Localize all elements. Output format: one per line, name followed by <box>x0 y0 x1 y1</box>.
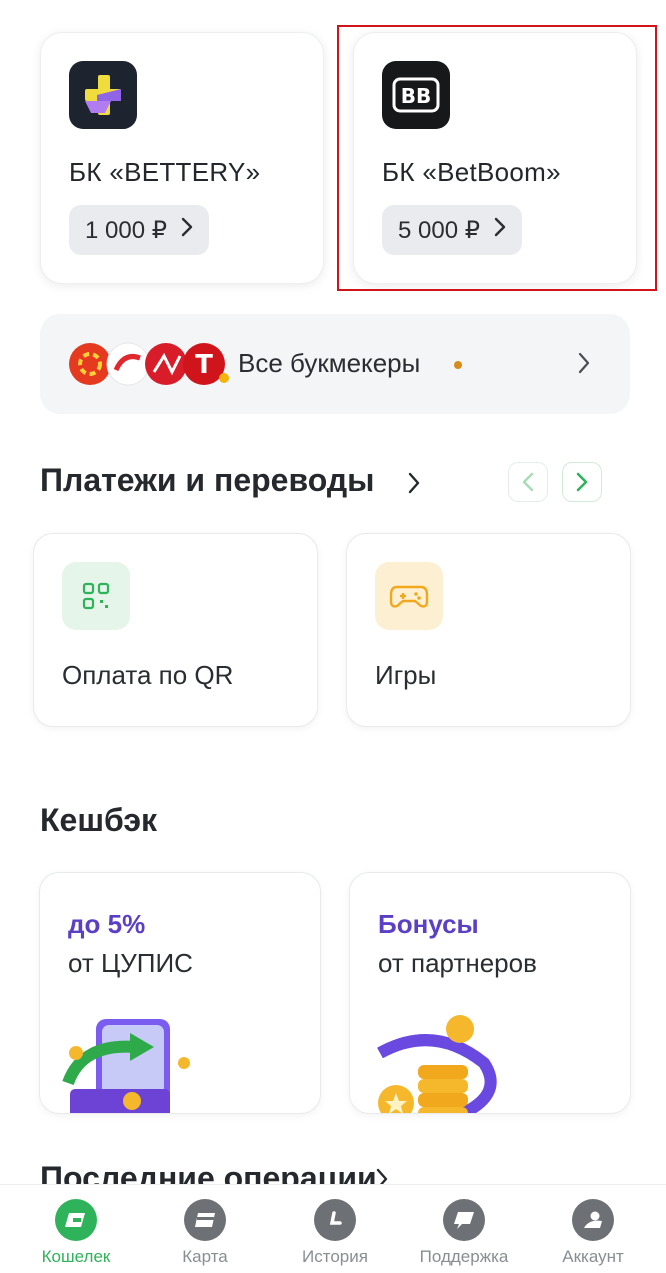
bettery-logo-icon <box>69 61 137 129</box>
nav-label: Поддержка <box>419 1247 509 1266</box>
tile-games[interactable]: Игры <box>346 533 631 727</box>
nav-item-history[interactable]: История <box>275 1199 395 1267</box>
bonus-amount-button[interactable]: 1 000 ₽ <box>69 205 209 255</box>
chevron-right-icon[interactable] <box>408 472 420 499</box>
bookmaker-title: БК «BETTERY» <box>69 157 261 187</box>
chevron-right-icon <box>181 216 193 244</box>
cashback-accent: Бонусы <box>378 909 479 939</box>
support-icon <box>443 1199 485 1241</box>
nav-label: Карта <box>182 1247 228 1266</box>
cashback-card-cupis[interactable]: до 5% от ЦУПИС <box>39 872 321 1114</box>
tile-label: Оплата по QR <box>62 660 234 690</box>
nav-label: История <box>302 1247 368 1266</box>
cashback-title: Кешбэк <box>40 802 158 838</box>
cashback-card-partners[interactable]: Бонусы от партнеров <box>349 872 631 1114</box>
cashback-accent: до 5% <box>68 909 146 939</box>
bookmaker-logos-icon: T <box>68 342 248 386</box>
svg-text:T: T <box>195 350 213 380</box>
qr-icon <box>62 562 130 630</box>
all-bookmakers-row[interactable]: T Все букмекеры <box>40 314 630 414</box>
payments-title[interactable]: Платежи и переводы <box>40 462 374 499</box>
nav-item-account[interactable]: Аккаунт <box>533 1199 653 1267</box>
chevron-left-icon <box>522 472 534 492</box>
nav-label: Аккаунт <box>562 1247 624 1266</box>
history-icon <box>314 1199 356 1241</box>
chevron-right-icon <box>578 352 590 379</box>
bookmaker-card-bettery[interactable]: БК «BETTERY» 1 000 ₽ <box>40 32 324 284</box>
all-bookmakers-label: Все букмекеры <box>238 348 421 378</box>
tile-qr-payment[interactable]: Оплата по QR <box>33 533 318 727</box>
card-icon <box>184 1199 226 1241</box>
carousel-prev-button[interactable] <box>508 462 548 502</box>
wallet-icon <box>55 1199 97 1241</box>
bonus-amount: 1 000 ₽ <box>85 216 167 244</box>
bottom-nav: Кошелек Карта История Поддержка Аккаунт <box>0 1184 666 1273</box>
nav-item-card[interactable]: Карта <box>145 1199 265 1267</box>
chevron-right-icon <box>576 472 588 492</box>
account-icon <box>572 1199 614 1241</box>
cashback-subtitle: от партнеров <box>378 948 537 978</box>
status-dot <box>454 361 462 369</box>
nav-label: Кошелек <box>41 1247 111 1266</box>
coins-illustration-icon <box>374 1013 514 1113</box>
highlight-box <box>337 25 657 291</box>
nav-item-wallet[interactable]: Кошелек <box>16 1199 136 1267</box>
carousel-next-button[interactable] <box>562 462 602 502</box>
cashback-subtitle: от ЦУПИС <box>68 948 193 978</box>
phone-cashback-illustration-icon <box>62 1013 242 1113</box>
nav-item-support[interactable]: Поддержка <box>404 1199 524 1267</box>
gamepad-icon <box>375 562 443 630</box>
tile-label: Игры <box>375 660 437 690</box>
